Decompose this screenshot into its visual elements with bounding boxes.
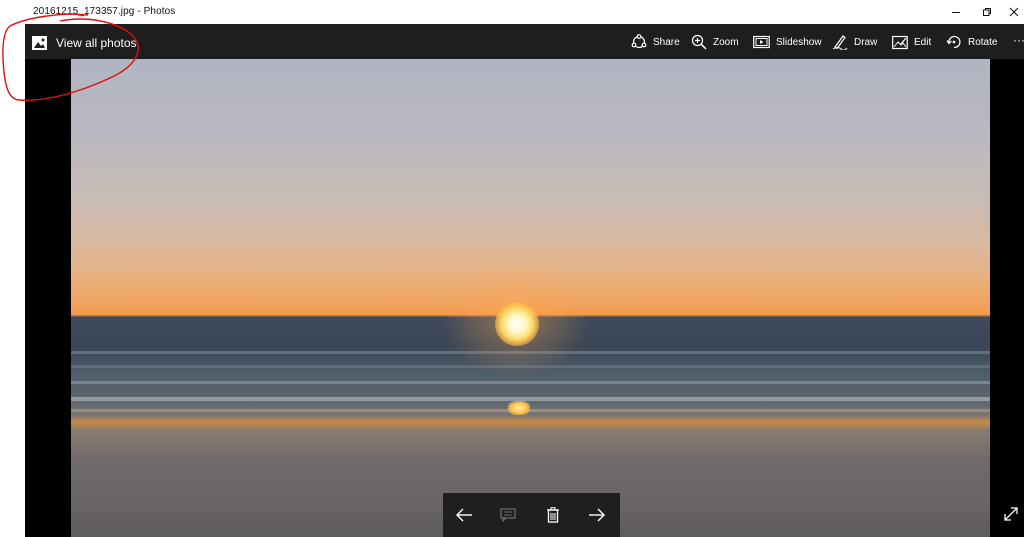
window-title: 20161215_173357.jpg - Photos bbox=[33, 6, 176, 17]
zoom-button[interactable]: Zoom bbox=[691, 32, 739, 52]
wave bbox=[71, 409, 990, 412]
sun bbox=[495, 302, 539, 346]
view-all-photos-button[interactable]: View all photos bbox=[32, 33, 137, 53]
close-button[interactable] bbox=[1003, 0, 1024, 24]
minimize-button[interactable] bbox=[941, 0, 971, 24]
edit-label: Edit bbox=[914, 36, 932, 48]
next-button[interactable] bbox=[587, 505, 607, 525]
comment-icon bbox=[500, 508, 516, 522]
photo-view[interactable] bbox=[71, 59, 990, 537]
edit-button[interactable]: Edit bbox=[892, 32, 931, 52]
arrow-right-icon bbox=[589, 508, 605, 522]
more-options-button[interactable]: ··· bbox=[1013, 30, 1024, 50]
photo-controls bbox=[443, 493, 620, 537]
delete-button[interactable] bbox=[543, 505, 563, 525]
wave bbox=[71, 397, 990, 401]
draw-label: Draw bbox=[854, 36, 878, 48]
photos-icon bbox=[32, 36, 47, 50]
share-label: Share bbox=[653, 36, 680, 48]
minimize-icon bbox=[952, 12, 960, 13]
sun-reflection bbox=[508, 401, 530, 415]
rotate-button[interactable]: Rotate bbox=[946, 32, 997, 52]
zoom-label: Zoom bbox=[713, 36, 739, 48]
screen: 20161215_173357.jpg - Photos View all ph… bbox=[0, 0, 1024, 537]
more-label: ··· bbox=[1013, 33, 1024, 47]
toolbar: View all photos Share Zoom Slideshow Dra… bbox=[25, 24, 1024, 59]
slideshow-button[interactable]: Slideshow bbox=[753, 32, 822, 52]
share-button[interactable]: Share bbox=[631, 32, 680, 52]
rotate-label: Rotate bbox=[968, 36, 998, 48]
photos-app: View all photos Share Zoom Slideshow Dra… bbox=[25, 24, 1024, 537]
title-bar: 20161215_173357.jpg - Photos bbox=[0, 0, 1024, 24]
previous-button[interactable] bbox=[454, 505, 474, 525]
trash-icon bbox=[547, 507, 559, 523]
draw-icon bbox=[832, 35, 848, 50]
restore-button[interactable] bbox=[972, 0, 1002, 24]
edit-icon bbox=[892, 35, 908, 49]
view-all-photos-label: View all photos bbox=[56, 36, 137, 50]
wave bbox=[71, 365, 990, 368]
slideshow-label: Slideshow bbox=[776, 36, 822, 48]
comment-button[interactable] bbox=[498, 505, 518, 525]
expand-icon bbox=[1004, 507, 1018, 521]
restore-icon bbox=[983, 8, 991, 16]
share-icon bbox=[631, 34, 647, 49]
wave bbox=[71, 351, 990, 354]
draw-button[interactable]: Draw bbox=[832, 32, 877, 52]
full-screen-button[interactable] bbox=[1003, 506, 1019, 522]
close-icon bbox=[1009, 7, 1018, 17]
zoom-icon bbox=[691, 34, 707, 50]
arrow-left-icon bbox=[456, 508, 472, 522]
wave bbox=[71, 381, 990, 384]
rotate-icon bbox=[946, 35, 961, 49]
slideshow-icon bbox=[753, 35, 770, 49]
